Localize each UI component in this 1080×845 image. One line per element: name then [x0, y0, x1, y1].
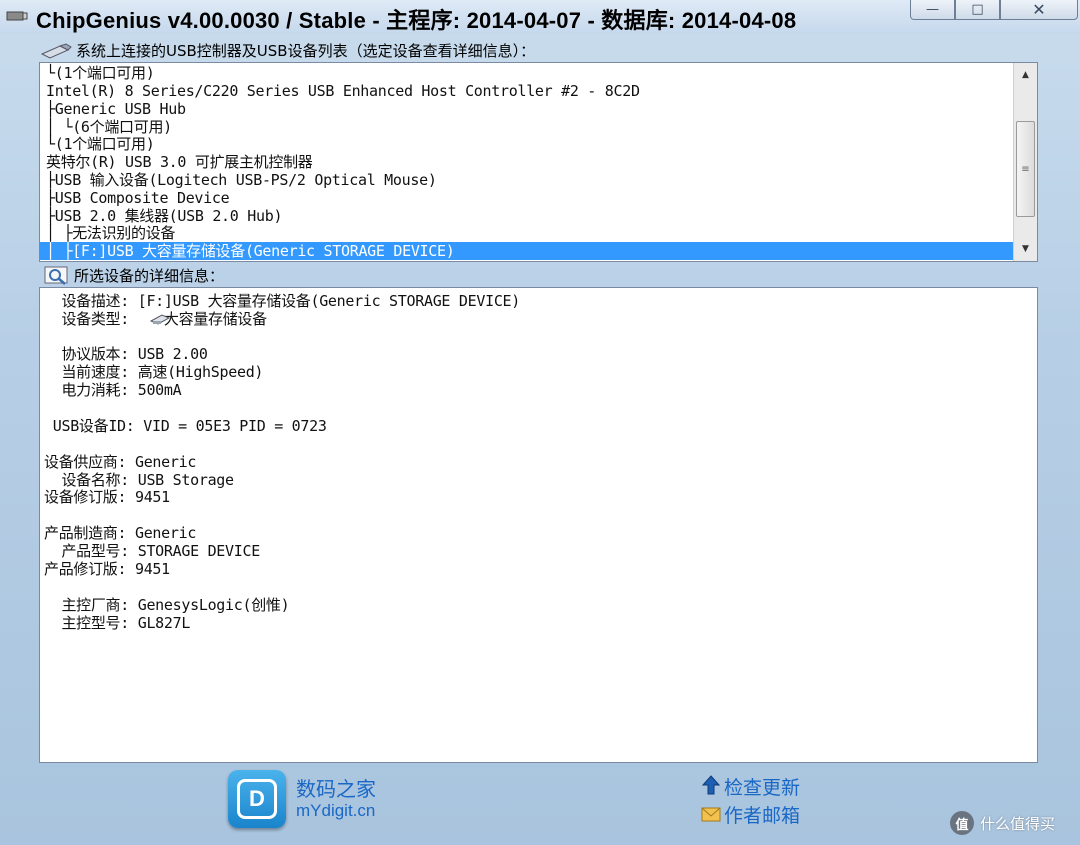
brand-url-link[interactable]: mYdigit.cn [296, 801, 375, 821]
tree-item[interactable]: ├USB 输入设备(Logitech USB-PS/2 Optical Mous… [46, 171, 437, 189]
logo-house-d-icon: D [237, 779, 277, 819]
detail-line: 主控型号: GL827L [44, 614, 191, 632]
detail-line: 当前速度: 高速(HighSpeed) [44, 363, 264, 381]
usb-drive-app-icon [6, 11, 28, 21]
tree-item[interactable]: │ └(6个端口可用) [46, 118, 172, 136]
email-envelope-icon [701, 807, 721, 822]
tree-item[interactable]: Intel(R) 8 Series/C220 Series USB Enhanc… [46, 82, 640, 100]
device-list-label: 系统上连接的USB控制器及USB设备列表（选定设备查看详细信息）： [76, 42, 536, 60]
title-bar: ChipGenius v4.00.0030 / Stable - 主程序: 20… [0, 0, 1080, 34]
details-label: 所选设备的详细信息： [74, 267, 225, 285]
watermark-badge-icon: 值 [950, 811, 974, 835]
scroll-thumb[interactable]: ≡ [1016, 121, 1035, 217]
tree-item-selected[interactable]: │ ├[F:]USB 大容量存储设备(Generic STORAGE DEVIC… [40, 242, 1014, 260]
tree-item[interactable]: └(1个端口可用) [46, 64, 155, 82]
detail-line: 设备名称: USB Storage [44, 471, 234, 489]
watermark: 值 什么值得买 [950, 810, 1055, 836]
minimize-button[interactable]: — [910, 0, 955, 20]
tree-item[interactable]: ├USB 2.0 集线器(USB 2.0 Hub) [46, 207, 282, 225]
maximize-button[interactable]: □ [955, 0, 1000, 20]
author-email-link[interactable]: 作者邮箱 [724, 801, 800, 828]
device-list-header: 系统上连接的USB控制器及USB设备列表（选定设备查看详细信息）： [40, 40, 535, 61]
details-panel: 设备描述: [F:]USB 大容量存储设备(Generic STORAGE DE… [39, 287, 1038, 763]
detail-line: USB设备ID: VID = 05E3 PID = 0723 [44, 417, 327, 435]
detail-line: 设备描述: [F:]USB 大容量存储设备(Generic STORAGE DE… [44, 292, 521, 310]
mydigit-logo-icon[interactable]: D [228, 770, 286, 828]
detail-line: 设备供应商: Generic [44, 453, 197, 471]
detail-line: 产品型号: STORAGE DEVICE [44, 542, 260, 560]
detail-line: 产品修订版: 9451 [44, 560, 170, 578]
device-tree[interactable]: └(1个端口可用) Intel(R) 8 Series/C220 Series … [39, 62, 1038, 262]
scroll-up-arrow-icon[interactable]: ▲ [1014, 65, 1037, 85]
check-update-link[interactable]: 检查更新 [724, 773, 800, 800]
tree-scrollbar[interactable]: ▲ ≡ ▼ [1013, 63, 1037, 261]
detail-line: 电力消耗: 500mA [44, 381, 182, 399]
window-controls: — □ ✕ [910, 0, 1078, 22]
details-header: 所选设备的详细信息： [44, 265, 224, 286]
tree-item[interactable]: ├Generic USB Hub [46, 100, 186, 118]
detail-line: 协议版本: USB 2.00 [44, 345, 208, 363]
brand-name-link[interactable]: 数码之家 [296, 773, 376, 802]
window-title: ChipGenius v4.00.0030 / Stable - 主程序: 20… [36, 8, 797, 33]
usb-drive-icon [40, 42, 72, 59]
detail-line: 产品制造商: Generic [44, 524, 197, 542]
tree-item[interactable]: ├USB Composite Device [46, 189, 230, 207]
detail-line: 主控厂商: GenesysLogic(创惟) [44, 596, 290, 614]
storage-device-icon [150, 314, 170, 325]
detail-line: 设备修订版: 9451 [44, 488, 170, 506]
scroll-down-arrow-icon[interactable]: ▼ [1014, 239, 1037, 259]
tree-item[interactable]: │ ├无法识别的设备 [46, 224, 175, 242]
watermark-text: 什么值得买 [980, 814, 1056, 833]
magnifier-icon [44, 266, 68, 285]
tree-item[interactable]: └(1个端口可用) [46, 135, 155, 153]
update-arrow-icon [701, 775, 721, 795]
tree-item[interactable]: 英特尔(R) USB 3.0 可扩展主机控制器 [46, 153, 313, 171]
close-button[interactable]: ✕ [1000, 0, 1078, 20]
